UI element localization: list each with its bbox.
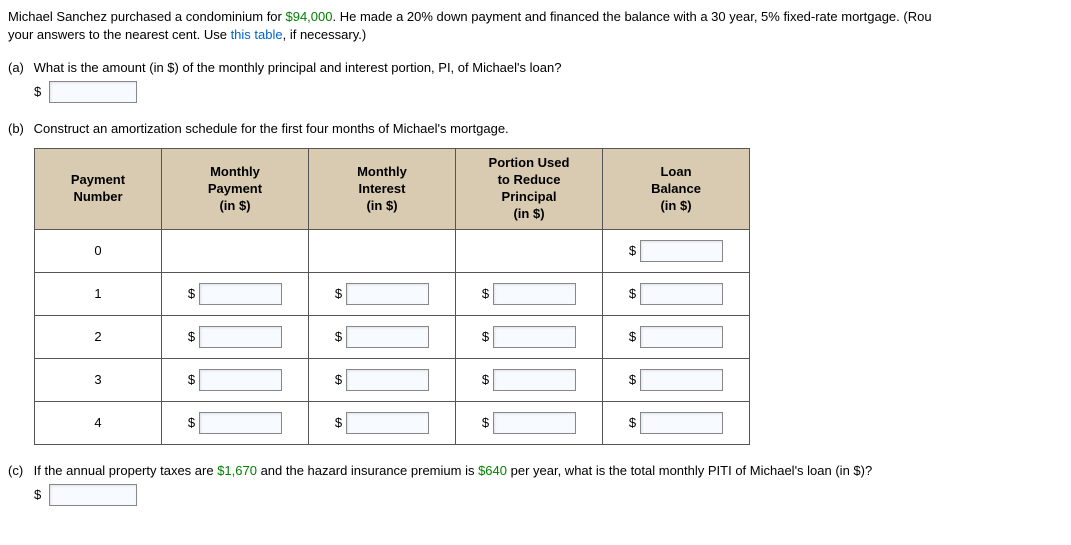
intro-text-2: . He made a 20% down payment and finance…: [332, 9, 931, 24]
part-a: (a) What is the amount (in $) of the mon…: [8, 60, 1063, 103]
row-4-num: 4: [35, 401, 162, 444]
row-3-balance-input[interactable]: [640, 369, 723, 391]
row-2-balance-input[interactable]: [640, 326, 723, 348]
row-4-principal-input[interactable]: [493, 412, 576, 434]
table-row: 1 $ $ $ $: [35, 272, 750, 315]
row-1-interest-input[interactable]: [346, 283, 429, 305]
header-monthly-interest: MonthlyInterest(in $): [309, 149, 456, 230]
header-payment-number: PaymentNumber: [35, 149, 162, 230]
part-a-input[interactable]: [49, 81, 137, 103]
row-0-interest: [309, 229, 456, 272]
header-loan-balance: LoanBalance(in $): [603, 149, 750, 230]
part-a-label: (a): [8, 60, 30, 75]
table-row: 2 $ $ $ $: [35, 315, 750, 358]
row-2-num: 2: [35, 315, 162, 358]
part-b-label: (b): [8, 121, 30, 136]
part-c-label: (c): [8, 463, 30, 478]
part-a-question: What is the amount (in $) of the monthly…: [34, 60, 562, 75]
intro-text-1: Michael Sanchez purchased a condominium …: [8, 9, 285, 24]
header-monthly-payment: MonthlyPayment(in $): [162, 149, 309, 230]
table-row: 4 $ $ $ $: [35, 401, 750, 444]
part-b-question: Construct an amortization schedule for t…: [34, 121, 509, 136]
row-2-principal-input[interactable]: [493, 326, 576, 348]
table-link[interactable]: this table: [231, 27, 283, 42]
row-3-interest-input[interactable]: [346, 369, 429, 391]
row-0-num: 0: [35, 229, 162, 272]
row-1-balance-input[interactable]: [640, 283, 723, 305]
row-0-principal: [456, 229, 603, 272]
header-principal-portion: Portion Usedto ReducePrincipal(in $): [456, 149, 603, 230]
part-c-answer: $: [34, 484, 1063, 506]
dollar-sign: $: [34, 487, 41, 502]
part-b: (b) Construct an amortization schedule f…: [8, 121, 1063, 445]
part-a-answer: $: [34, 81, 1063, 103]
row-1-payment-input[interactable]: [199, 283, 282, 305]
part-c-input[interactable]: [49, 484, 137, 506]
row-4-balance-input[interactable]: [640, 412, 723, 434]
intro-text-4: , if necessary.): [283, 27, 367, 42]
intro-text-3: your answers to the nearest cent. Use: [8, 27, 231, 42]
part-c: (c) If the annual property taxes are $1,…: [8, 463, 1063, 506]
amortization-table: PaymentNumber MonthlyPayment(in $) Month…: [34, 148, 750, 445]
problem-intro: Michael Sanchez purchased a condominium …: [8, 8, 1063, 44]
row-0-balance: $: [603, 229, 750, 272]
row-1-num: 1: [35, 272, 162, 315]
dollar-sign: $: [34, 84, 41, 99]
row-0-payment: [162, 229, 309, 272]
row-3-payment-input[interactable]: [199, 369, 282, 391]
part-c-question: If the annual property taxes are $1,670 …: [34, 463, 873, 478]
row-4-payment-input[interactable]: [199, 412, 282, 434]
intro-amount: $94,000: [285, 9, 332, 24]
row-2-interest-input[interactable]: [346, 326, 429, 348]
row-3-num: 3: [35, 358, 162, 401]
row-2-payment-input[interactable]: [199, 326, 282, 348]
row-3-principal-input[interactable]: [493, 369, 576, 391]
table-row: 0 $: [35, 229, 750, 272]
row-0-balance-input[interactable]: [640, 240, 723, 262]
row-4-interest-input[interactable]: [346, 412, 429, 434]
row-1-principal-input[interactable]: [493, 283, 576, 305]
table-row: 3 $ $ $ $: [35, 358, 750, 401]
